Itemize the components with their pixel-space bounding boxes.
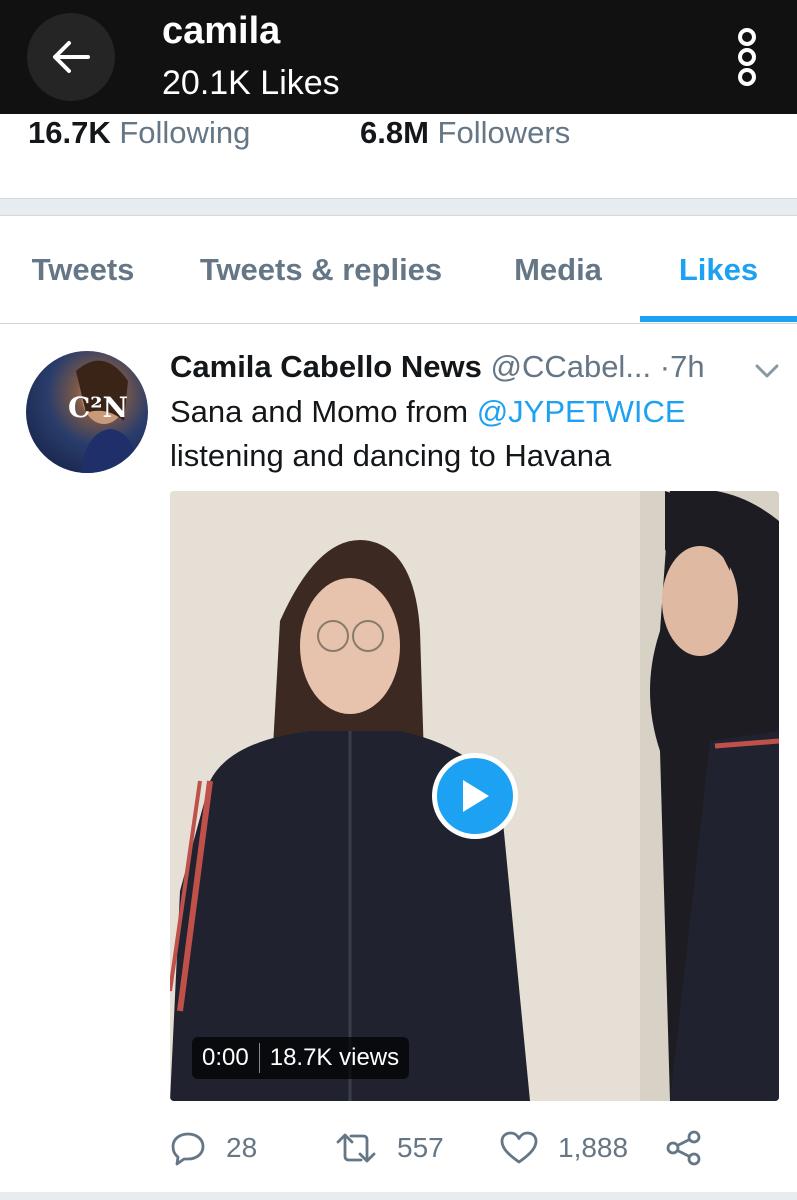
tweet-mention-link[interactable]: @JYPETWICE (477, 394, 686, 429)
like-count: 1,888 (558, 1132, 629, 1163)
section-divider (0, 198, 797, 216)
tab-media[interactable]: Media (476, 216, 640, 323)
play-button[interactable] (432, 753, 518, 839)
tweet-text-start: Sana and Momo from (170, 394, 477, 429)
following-count: 16.7K (28, 115, 111, 150)
followers-label: Followers (437, 115, 571, 150)
retweet-button[interactable]: 557 (335, 1120, 444, 1176)
share-button[interactable] (665, 1120, 723, 1176)
following-label: Following (119, 115, 251, 150)
like-button[interactable]: 1,888 (500, 1120, 628, 1176)
tweet-video[interactable]: 0:00 18.7K views (170, 491, 779, 1101)
video-info-badge: 0:00 18.7K views (192, 1037, 410, 1079)
share-icon (666, 1130, 701, 1166)
tweet-header: Camila Cabello News @CCabel... ·7h (170, 345, 780, 389)
tweet-separator: · (659, 349, 671, 384)
vertical-dots-icon (738, 28, 756, 86)
chevron-down-icon[interactable] (752, 360, 782, 382)
play-icon (463, 780, 489, 812)
followers-count: 6.8M (360, 115, 429, 150)
bottom-divider (0, 1192, 797, 1200)
tweet-actions: 28 557 1,888 (170, 1120, 770, 1176)
following-stat[interactable]: 16.7K Following (28, 114, 250, 152)
tab-tweets[interactable]: Tweets (0, 216, 166, 323)
active-tab-indicator (640, 316, 797, 322)
arrow-left-icon (53, 41, 90, 73)
tweet-time: 7h (670, 349, 705, 384)
tweet-text: Sana and Momo from @JYPETWICE listening … (170, 390, 770, 478)
tweet-text-end: listening and dancing to Havana (170, 438, 612, 473)
profile-stats: 16.7K Following 6.8M Followers (0, 114, 797, 198)
more-options-button[interactable] (722, 18, 772, 96)
profile-tabs: Tweets Tweets & replies Media Likes (0, 216, 797, 324)
followers-stat[interactable]: 6.8M Followers (360, 114, 570, 152)
video-duration: 0:00 (202, 1044, 249, 1071)
back-button[interactable] (27, 13, 115, 101)
heart-icon (500, 1131, 538, 1164)
top-bar: camila 20.1K Likes (0, 0, 797, 114)
reply-count: 28 (226, 1132, 258, 1163)
profile-name: camila (162, 10, 281, 52)
likes-count: 20.1K Likes (162, 64, 340, 102)
tab-tweets-replies[interactable]: Tweets & replies (166, 216, 476, 323)
video-views: 18.7K views (269, 1044, 400, 1071)
reply-button[interactable]: 28 (170, 1120, 257, 1176)
retweet-count: 557 (397, 1132, 444, 1163)
reply-icon (171, 1132, 205, 1166)
tweet-handle[interactable]: @CCabel... (490, 349, 651, 384)
avatar[interactable]: C²N (26, 351, 148, 473)
tweet-author[interactable]: Camila Cabello News (170, 349, 482, 384)
tab-likes[interactable]: Likes (640, 216, 797, 323)
avatar-logo-mark: C²N (68, 391, 129, 424)
retweet-icon (336, 1133, 376, 1163)
